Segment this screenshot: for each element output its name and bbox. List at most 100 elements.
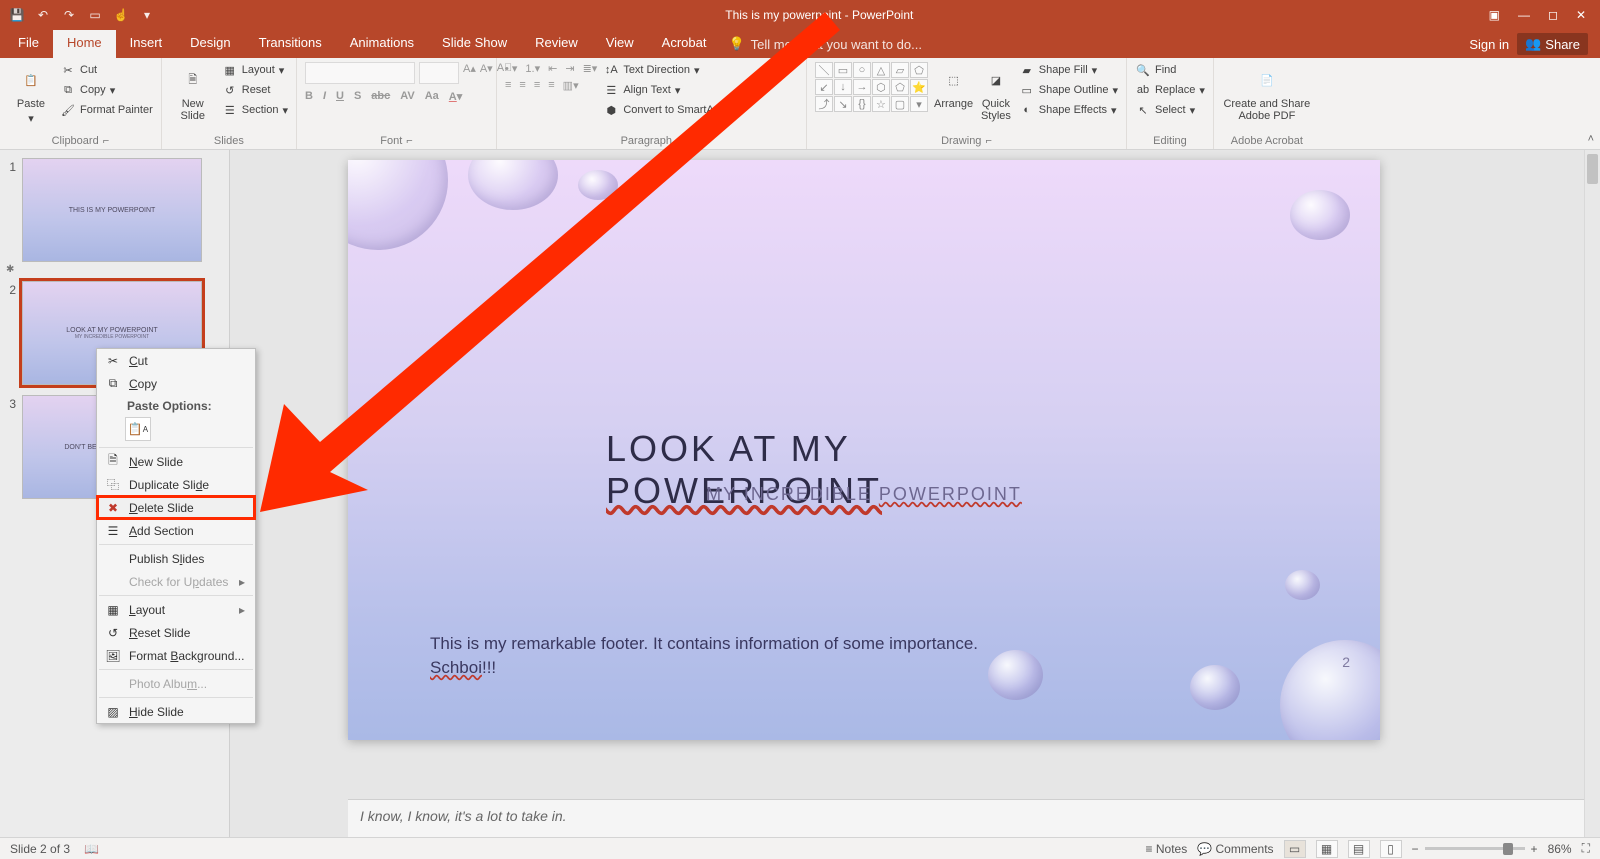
paste-keep-source-icon[interactable]: 📋A: [125, 417, 151, 441]
fit-to-window-icon[interactable]: ⛶: [1582, 841, 1590, 856]
layout-button[interactable]: ▦Layout ▾: [222, 62, 288, 78]
touch-mode-icon[interactable]: ☝: [112, 6, 130, 24]
align-text-button[interactable]: ☰Align Text ▾: [603, 82, 730, 98]
context-format-background[interactable]: 🖼Format Background...: [97, 644, 255, 667]
select-button[interactable]: ↖Select ▾: [1135, 102, 1205, 118]
align-right-icon[interactable]: ≡: [534, 79, 540, 92]
justify-icon[interactable]: ≡: [548, 79, 554, 92]
dialog-launcher-icon[interactable]: ⌐: [676, 135, 682, 147]
slide-footer[interactable]: This is my remarkable footer. It contain…: [430, 632, 990, 680]
notes-toggle[interactable]: ≡ Notes: [1146, 842, 1188, 856]
smartart-button[interactable]: ⬢Convert to SmartArt ▾: [603, 102, 730, 118]
strikethrough-button[interactable]: abc: [371, 90, 390, 103]
context-hide-slide[interactable]: ▨Hide Slide: [97, 700, 255, 723]
slideshow-view-button[interactable]: ▯: [1380, 840, 1402, 858]
format-painter-button[interactable]: 🖌Format Painter: [60, 102, 153, 118]
shape-fill-button[interactable]: ▰Shape Fill ▾: [1019, 62, 1118, 78]
font-family-combo[interactable]: [305, 62, 415, 84]
dialog-launcher-icon[interactable]: ⌐: [985, 135, 991, 147]
context-new-slide[interactable]: 🗎New Slide: [97, 450, 255, 473]
start-from-beginning-icon[interactable]: ▭: [86, 6, 104, 24]
align-left-icon[interactable]: ≡: [505, 79, 511, 92]
change-case-button[interactable]: Aa: [425, 90, 439, 103]
zoom-level[interactable]: 86%: [1548, 842, 1572, 856]
find-button[interactable]: 🔍Find: [1135, 62, 1205, 78]
context-copy[interactable]: ⧉Copy: [97, 372, 255, 395]
font-color-button[interactable]: A▾: [449, 90, 462, 103]
scrollbar-handle[interactable]: [1587, 154, 1598, 184]
maximize-icon[interactable]: ◻: [1548, 8, 1558, 22]
decrease-font-icon[interactable]: A▾: [480, 62, 493, 84]
char-spacing-button[interactable]: AV: [400, 90, 414, 103]
normal-view-button[interactable]: ▭: [1284, 840, 1306, 858]
dialog-launcher-icon[interactable]: ⌐: [103, 135, 109, 147]
zoom-out-icon[interactable]: −: [1412, 842, 1419, 856]
slide-sorter-view-button[interactable]: ▦: [1316, 840, 1338, 858]
tab-animations[interactable]: Animations: [336, 30, 428, 58]
bullets-button[interactable]: • ▾: [505, 62, 517, 75]
context-publish-slides[interactable]: Publish Slides: [97, 547, 255, 570]
qat-dropdown-icon[interactable]: ▾: [138, 6, 156, 24]
align-center-icon[interactable]: ≡: [519, 79, 525, 92]
spellcheck-icon[interactable]: 📖: [84, 842, 99, 856]
decrease-indent-icon[interactable]: ⇤: [548, 62, 557, 75]
numbering-button[interactable]: 1.▾: [525, 62, 540, 75]
slide-canvas[interactable]: LOOK AT MY POWERPOINT MY INCREDIBLE POWE…: [348, 160, 1380, 740]
zoom-track[interactable]: [1425, 847, 1525, 850]
new-slide-button[interactable]: 🗎 New Slide: [170, 62, 216, 122]
slide-subtitle[interactable]: MY INCREDIBLE POWERPOINT: [706, 484, 1022, 505]
tab-home[interactable]: Home: [53, 30, 116, 58]
collapse-ribbon-icon[interactable]: ˄: [1588, 133, 1594, 145]
copy-button[interactable]: ⧉Copy ▾: [60, 82, 153, 98]
cut-button[interactable]: ✂Cut: [60, 62, 153, 78]
dialog-launcher-icon[interactable]: ⌐: [406, 135, 412, 147]
reset-button[interactable]: ↺Reset: [222, 82, 288, 98]
create-share-pdf-button[interactable]: 📄 Create and Share Adobe PDF: [1222, 62, 1312, 122]
tab-acrobat[interactable]: Acrobat: [648, 30, 721, 58]
zoom-in-icon[interactable]: +: [1531, 842, 1538, 856]
line-spacing-icon[interactable]: ≣▾: [583, 62, 598, 75]
tab-review[interactable]: Review: [521, 30, 592, 58]
tab-file[interactable]: File: [0, 30, 53, 58]
zoom-knob[interactable]: [1503, 843, 1513, 855]
font-size-combo[interactable]: [419, 62, 459, 84]
tab-slideshow[interactable]: Slide Show: [428, 30, 521, 58]
increase-indent-icon[interactable]: ⇥: [565, 62, 574, 75]
tab-insert[interactable]: Insert: [116, 30, 177, 58]
context-delete-slide[interactable]: ✖Delete Slide: [97, 496, 255, 519]
context-paste-options[interactable]: 📋A: [97, 415, 255, 445]
comments-toggle[interactable]: 💬 Comments: [1197, 842, 1273, 856]
share-button[interactable]: 👥 Share: [1517, 33, 1588, 55]
minimize-icon[interactable]: —: [1518, 8, 1530, 22]
tab-transitions[interactable]: Transitions: [245, 30, 336, 58]
reading-view-button[interactable]: ▤: [1348, 840, 1370, 858]
tell-me-search[interactable]: 💡 Tell me what you want to do...: [728, 30, 921, 58]
replace-button[interactable]: abReplace ▾: [1135, 82, 1205, 98]
ribbon-display-options-icon[interactable]: ▣: [1489, 8, 1500, 22]
close-icon[interactable]: ✕: [1576, 8, 1586, 22]
shadow-button[interactable]: S: [354, 90, 361, 103]
zoom-slider[interactable]: − +: [1412, 842, 1538, 856]
text-direction-button[interactable]: ↕AText Direction ▾: [603, 62, 730, 78]
context-add-section[interactable]: ☰Add Section: [97, 519, 255, 542]
redo-icon[interactable]: ↷: [60, 6, 78, 24]
context-layout[interactable]: ▦Layout▸: [97, 598, 255, 621]
shapes-gallery[interactable]: ＼▭○△▱⬠ ↙↓→⬡⬠⭐ ⤴↘{}☆▢▾: [815, 62, 928, 112]
undo-icon[interactable]: ↶: [34, 6, 52, 24]
section-button[interactable]: ☰Section ▾: [222, 102, 288, 118]
notes-pane[interactable]: I know, I know, it's a lot to take in.: [348, 799, 1584, 837]
italic-button[interactable]: I: [323, 90, 326, 103]
quick-styles-button[interactable]: ◪Quick Styles: [979, 62, 1013, 122]
thumbnail-1[interactable]: 1 THIS IS MY POWERPOINT: [4, 158, 225, 262]
tab-view[interactable]: View: [592, 30, 648, 58]
context-duplicate-slide[interactable]: ⿻Duplicate Slide: [97, 473, 255, 496]
underline-button[interactable]: U: [336, 90, 344, 103]
sign-in-link[interactable]: Sign in: [1469, 37, 1509, 52]
vertical-scrollbar[interactable]: [1584, 150, 1600, 837]
bold-button[interactable]: B: [305, 90, 313, 103]
arrange-button[interactable]: ⬚Arrange: [934, 62, 973, 110]
context-reset-slide[interactable]: ↺Reset Slide: [97, 621, 255, 644]
shape-outline-button[interactable]: ▭Shape Outline ▾: [1019, 82, 1118, 98]
context-cut[interactable]: ✂CuCutt: [97, 349, 255, 372]
shape-effects-button[interactable]: ◐Shape Effects ▾: [1019, 102, 1118, 118]
